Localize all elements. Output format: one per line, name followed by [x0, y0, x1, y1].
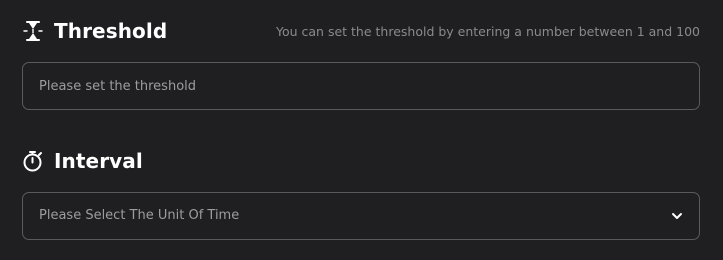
threshold-input-field[interactable] [22, 62, 700, 110]
stopwatch-icon [22, 150, 44, 172]
threshold-title: Threshold [54, 19, 168, 43]
threshold-section: Threshold You can set the threshold by e… [22, 16, 700, 46]
threshold-header: Threshold You can set the threshold by e… [22, 16, 700, 46]
threshold-input[interactable] [39, 63, 679, 109]
chevron-down-icon[interactable] [669, 208, 685, 224]
interval-select[interactable]: Please Select The Unit Of Time [22, 192, 700, 240]
interval-header: Interval [22, 146, 700, 176]
interval-title: Interval [54, 149, 143, 173]
interval-select-placeholder: Please Select The Unit Of Time [39, 208, 240, 223]
interval-section: Interval [22, 146, 700, 176]
threshold-hint: You can set the threshold by entering a … [276, 24, 700, 39]
hourglass-icon [22, 20, 44, 42]
